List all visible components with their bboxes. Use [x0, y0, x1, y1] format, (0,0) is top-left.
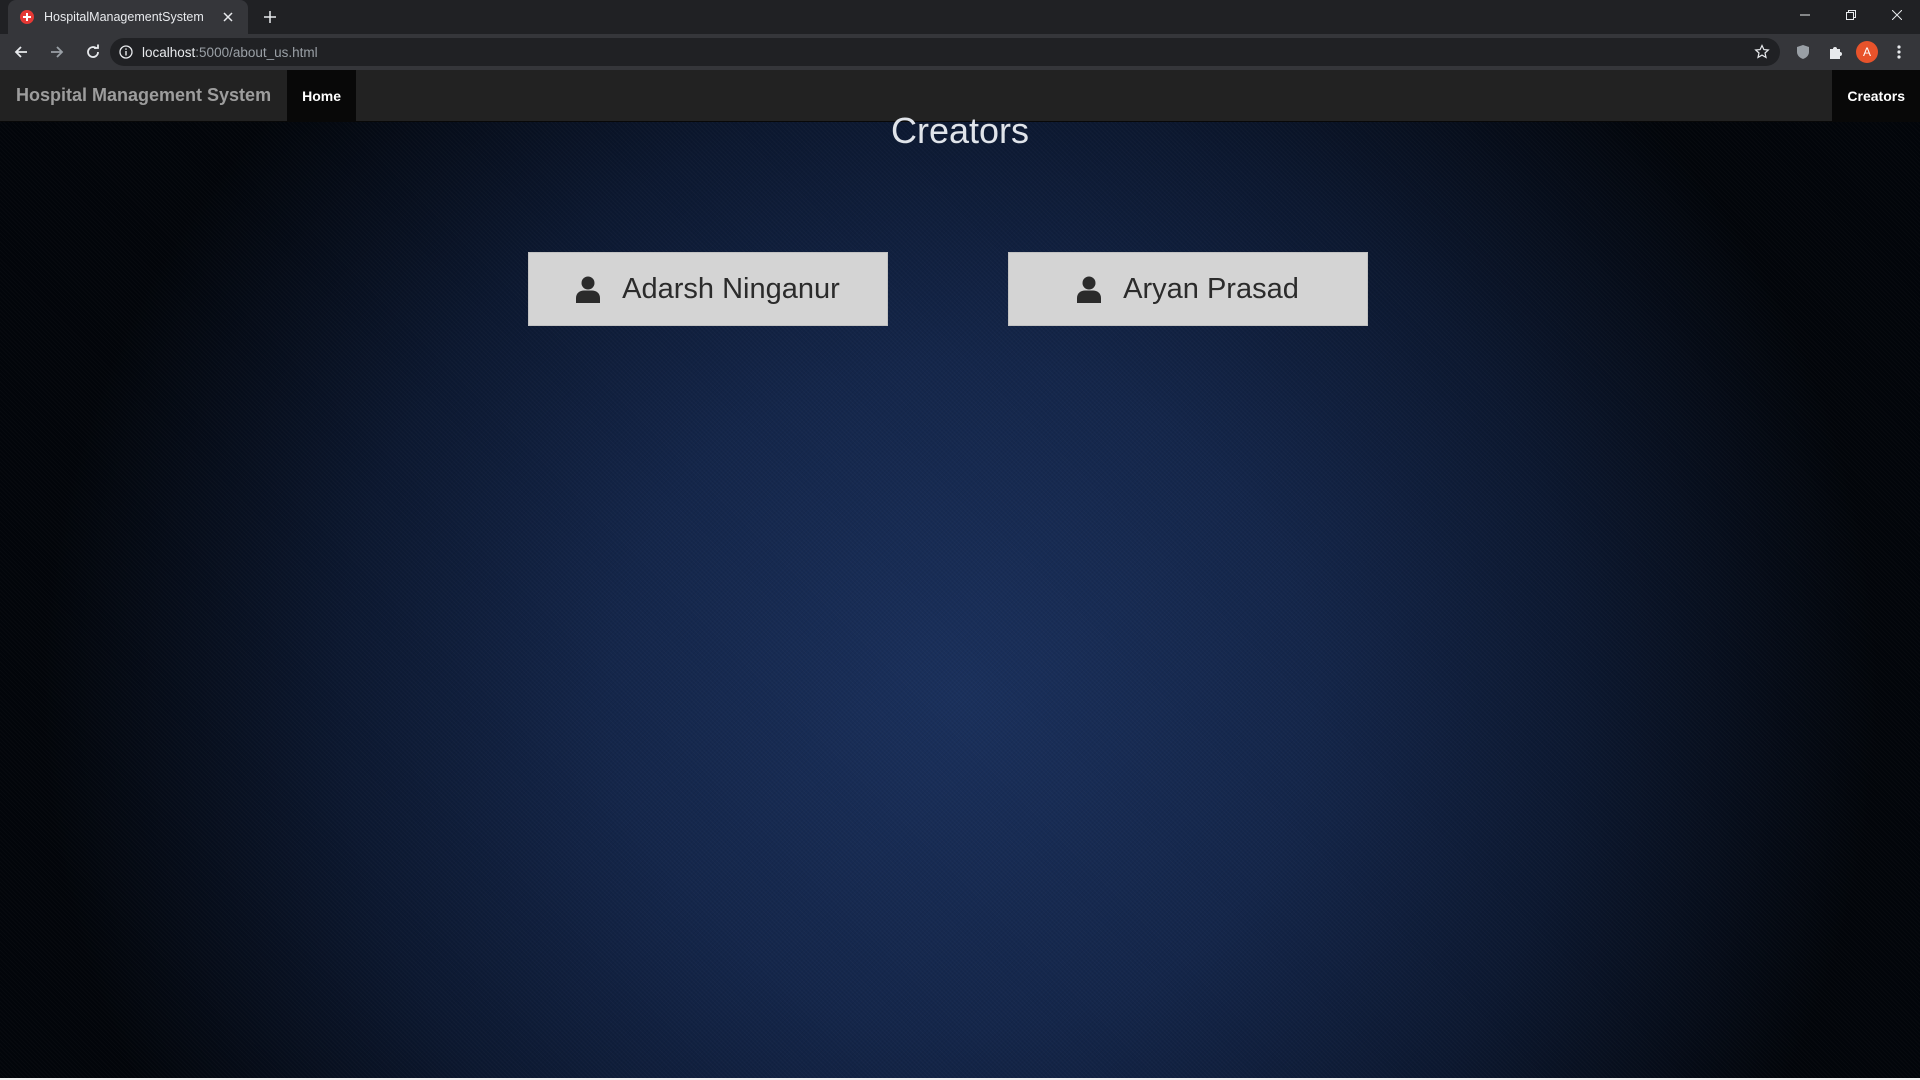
kebab-menu-icon[interactable]: [1886, 39, 1912, 65]
creator-card-adarsh[interactable]: Adarsh Ninganur: [528, 252, 888, 326]
hospital-cross-icon: [20, 10, 34, 24]
bookmark-star-icon[interactable]: [1754, 44, 1770, 60]
reload-button[interactable]: [78, 37, 108, 67]
close-icon[interactable]: [220, 9, 236, 25]
forward-button[interactable]: [42, 37, 72, 67]
info-icon[interactable]: [118, 44, 134, 60]
back-button[interactable]: [6, 37, 36, 67]
user-icon: [1077, 276, 1102, 303]
minimize-button[interactable]: [1782, 0, 1828, 30]
tab-title: HospitalManagementSystem: [44, 10, 204, 24]
browser-tabstrip: HospitalManagementSystem: [0, 0, 1920, 34]
user-icon: [576, 276, 601, 303]
url-text: localhost:5000/about_us.html: [142, 45, 318, 60]
creator-name: Adarsh Ninganur: [622, 272, 840, 305]
creator-card-aryan[interactable]: Aryan Prasad: [1008, 252, 1368, 326]
browser-toolbar: localhost:5000/about_us.html A: [0, 34, 1920, 70]
restore-button[interactable]: [1828, 0, 1874, 30]
avatar: A: [1856, 41, 1878, 63]
url-host: localhost: [142, 44, 196, 60]
shield-extension-icon[interactable]: [1790, 39, 1816, 65]
address-bar[interactable]: localhost:5000/about_us.html: [110, 38, 1780, 66]
window-controls: [1782, 0, 1920, 30]
new-tab-button[interactable]: [260, 7, 280, 27]
browser-tab[interactable]: HospitalManagementSystem: [8, 0, 248, 34]
puzzle-extensions-icon[interactable]: [1822, 39, 1848, 65]
url-path: :5000/about_us.html: [195, 44, 318, 60]
page-content: Hospital Management System Home Creators…: [0, 70, 1920, 1078]
extensions-area: A: [1790, 34, 1912, 70]
close-window-button[interactable]: [1874, 0, 1920, 30]
creator-name: Aryan Prasad: [1123, 272, 1299, 305]
page-title: Creators: [890, 110, 1030, 151]
profile-avatar[interactable]: A: [1854, 39, 1880, 65]
